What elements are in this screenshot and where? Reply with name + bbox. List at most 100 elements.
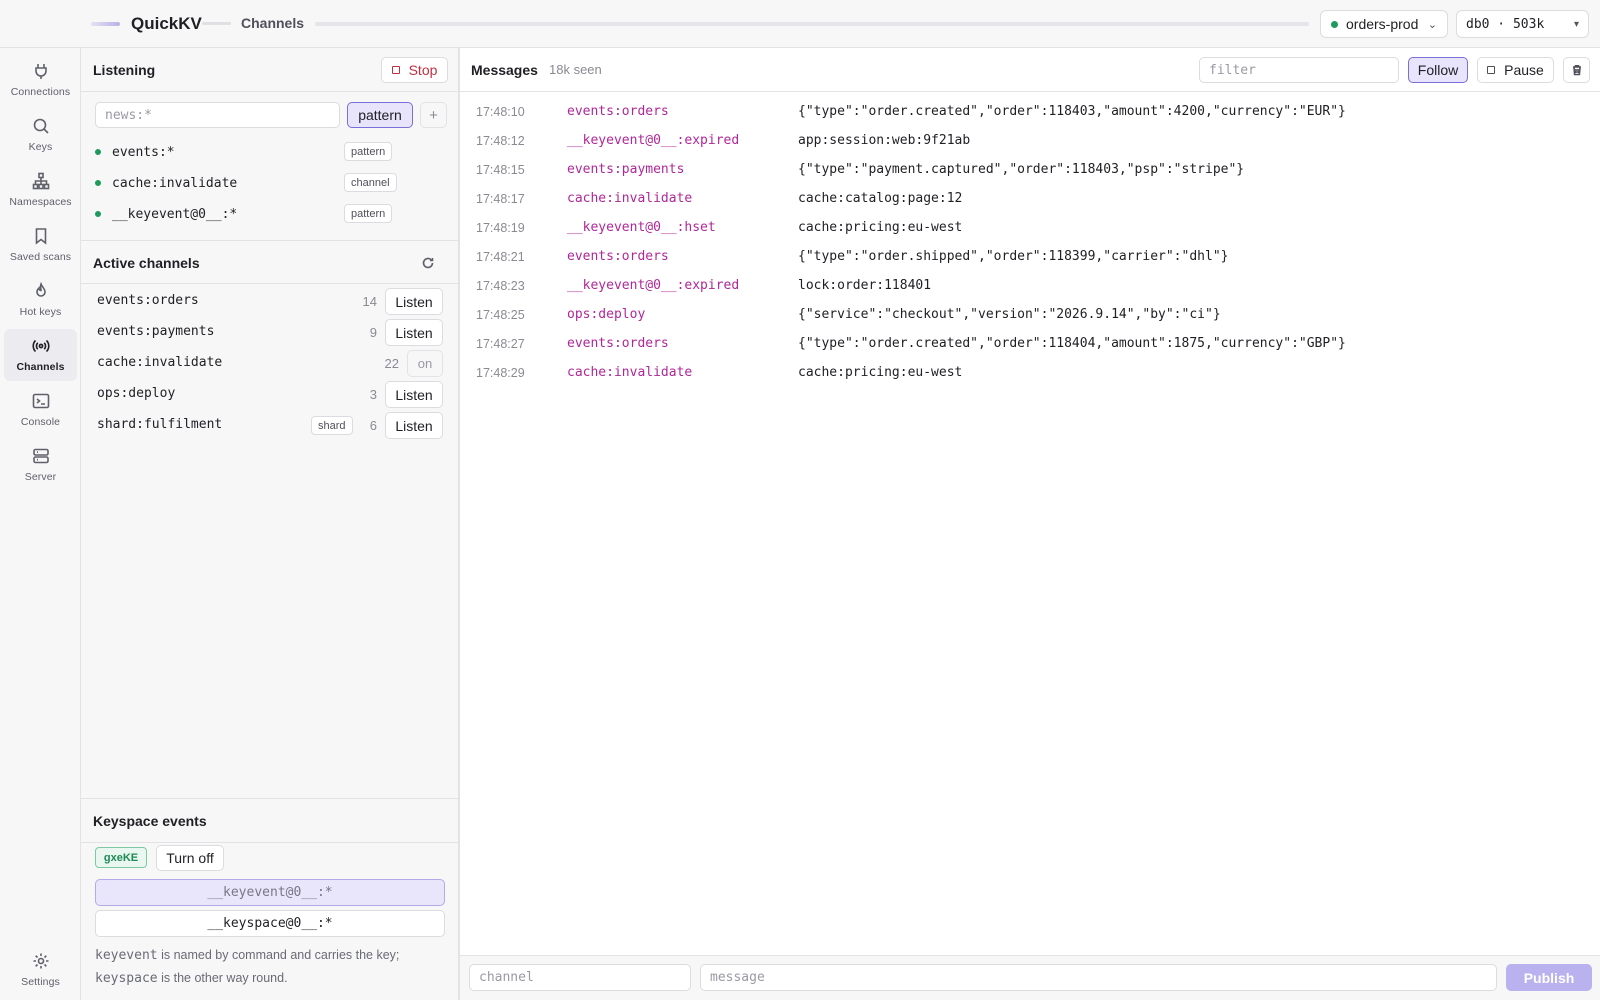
server-icon: [32, 448, 49, 464]
channel-row: cache:invalidate 22 on: [81, 348, 458, 379]
sidebar-item-hot-keys[interactable]: Hot keys: [4, 274, 77, 326]
message-time: 17:48:21: [476, 250, 525, 264]
listening-title: Listening: [93, 62, 156, 78]
chevron-down-icon: ⌄: [1427, 18, 1437, 31]
listen-button[interactable]: Listen: [385, 288, 443, 315]
connection-select[interactable]: orders-prod ⌄: [1320, 10, 1448, 38]
follow-toggle[interactable]: Follow: [1408, 57, 1468, 83]
subscriptions-panel: Listening Stop pattern + events:* patter…: [81, 48, 460, 1000]
sidebar-item-channels[interactable]: Channels: [4, 329, 77, 381]
clear-messages-button[interactable]: [1563, 57, 1590, 83]
message-row[interactable]: 17:48:21 events:orders {"type":"order.ship…: [460, 245, 1600, 274]
keyspace-term: keyspace: [95, 971, 158, 986]
message-time: 17:48:15: [476, 163, 525, 177]
keyspace-description: is the other way round.: [157, 971, 288, 985]
message-row[interactable]: 17:48:12 __keyevent@0__:expired app:sessio…: [460, 129, 1600, 158]
app-name: QuickKV: [131, 14, 202, 33]
broadcast-icon: [31, 339, 50, 353]
database-select[interactable]: db0 · 503k ▾: [1456, 10, 1589, 38]
connection-name: orders-prod: [1346, 16, 1419, 32]
stop-button[interactable]: Stop: [381, 57, 448, 83]
subscription-name: events:*: [112, 144, 175, 160]
sidebar-item-connections[interactable]: Connections: [4, 54, 77, 106]
connection-status-dot: [1331, 20, 1338, 28]
search-icon: [33, 118, 49, 134]
sidebar-nav: Connections Keys Namespaces Saved scans …: [0, 48, 81, 1000]
message-payload: cache:pricing:eu-west: [798, 365, 963, 380]
sidebar-item-console[interactable]: Console: [4, 384, 77, 436]
keyevent-pattern-option[interactable]: __keyevent@0__:*: [95, 879, 445, 906]
message-time: 17:48:17: [476, 192, 525, 206]
sidebar-item-settings[interactable]: Settings: [4, 944, 77, 996]
message-time: 17:48:10: [476, 105, 525, 119]
message-channel: __keyevent@0__:expired: [567, 133, 740, 148]
trash-icon: [1572, 65, 1581, 76]
message-payload: {"type":"order.shipped","order":118399,"…: [798, 249, 1229, 264]
refresh-icon[interactable]: [421, 256, 435, 270]
message-time: 17:48:23: [476, 279, 525, 293]
message-row[interactable]: 17:48:27 events:orders {"type":"order.crea…: [460, 332, 1600, 361]
status-dot: [95, 149, 101, 155]
listen-button[interactable]: Listen: [385, 381, 443, 408]
sidebar-item-namespaces[interactable]: Namespaces: [4, 164, 77, 216]
keyevent-description: is named by command and carries the key;: [157, 948, 400, 962]
header-progress-track: [315, 22, 1309, 26]
sidebar-item-label: Namespaces: [9, 196, 72, 208]
active-channels-title: Active channels: [93, 255, 200, 271]
subscription-kind-badge: pattern: [344, 204, 393, 223]
flame-icon: [35, 282, 46, 297]
message-list: 17:48:10 events:orders {"type":"order.crea…: [460, 100, 1600, 390]
message-row[interactable]: 17:48:25 ops:deploy {"service":"checkout",…: [460, 303, 1600, 332]
listen-button[interactable]: Listen: [385, 412, 443, 439]
message-channel: events:orders: [567, 104, 669, 119]
sidebar-item-label: Saved scans: [9, 251, 72, 263]
sidebar-item-saved-scans[interactable]: Saved scans: [4, 219, 77, 271]
publish-channel-input[interactable]: [469, 964, 691, 991]
channel-name: shard:fulfilment: [97, 417, 223, 432]
channel-row: events:orders 14 Listen: [81, 286, 458, 317]
keyspace-pattern-option[interactable]: __keyspace@0__:*: [95, 910, 445, 937]
message-row[interactable]: 17:48:10 events:orders {"type":"order.crea…: [460, 100, 1600, 129]
message-payload: cache:pricing:eu-west: [798, 220, 963, 235]
pause-icon: [1487, 66, 1496, 74]
channel-name: ops:deploy: [97, 386, 176, 401]
message-row[interactable]: 17:48:17 cache:invalidate cache:catalog:pa…: [460, 187, 1600, 216]
message-row[interactable]: 17:48:19 __keyevent@0__:hset cache:pricing…: [460, 216, 1600, 245]
publish-button[interactable]: Publish: [1506, 964, 1592, 991]
message-channel: events:orders: [567, 249, 669, 264]
plug-icon: [34, 64, 47, 79]
terminal-icon: [32, 393, 49, 409]
breadcrumb: Channels: [241, 15, 305, 31]
database-label: db0 · 503k: [1466, 16, 1545, 32]
pattern-mode-toggle[interactable]: pattern: [347, 102, 413, 128]
message-payload: {"service":"checkout","version":"2026.9.…: [798, 307, 1221, 322]
message-time: 17:48:12: [476, 134, 525, 148]
stop-label: Stop: [408, 62, 438, 78]
message-row[interactable]: 17:48:29 cache:invalidate cache:pricing:eu…: [460, 361, 1600, 390]
sidebar-item-server[interactable]: Server: [4, 439, 77, 491]
sidebar-item-label: Connections: [10, 86, 71, 98]
messages-header: Messages 18k seen Follow Pause: [460, 48, 1600, 92]
message-filter-input[interactable]: [1199, 57, 1399, 83]
listen-button[interactable]: Listen: [385, 319, 443, 346]
message-row[interactable]: 17:48:15 events:payments {"type":"payment.…: [460, 158, 1600, 187]
subscription-name: __keyevent@0__:*: [112, 206, 238, 222]
breadcrumb-separator: [202, 22, 231, 25]
message-row[interactable]: 17:48:23 __keyevent@0__:expired lock:order…: [460, 274, 1600, 303]
channel-row: shard:fulfilment shard 6 Listen: [81, 410, 458, 441]
subscribe-pattern-input[interactable]: [95, 102, 340, 128]
message-payload: {"type":"order.created","order":118404,"…: [798, 336, 1346, 351]
listening-on-indicator: on: [407, 350, 443, 377]
message-channel: ops:deploy: [567, 307, 646, 322]
message-payload: {"type":"payment.captured","order":11840…: [798, 162, 1245, 177]
pause-button[interactable]: Pause: [1477, 57, 1554, 83]
bookmark-icon: [35, 228, 46, 245]
turn-off-button[interactable]: Turn off: [156, 845, 224, 871]
add-subscription-button[interactable]: +: [420, 102, 447, 128]
stop-icon: [391, 66, 400, 74]
sidebar-item-keys[interactable]: Keys: [4, 109, 77, 161]
publish-message-input[interactable]: [700, 964, 1497, 991]
message-channel: __keyevent@0__:expired: [567, 278, 740, 293]
message-payload: lock:order:118401: [798, 278, 932, 293]
channel-name: events:payments: [97, 324, 215, 339]
